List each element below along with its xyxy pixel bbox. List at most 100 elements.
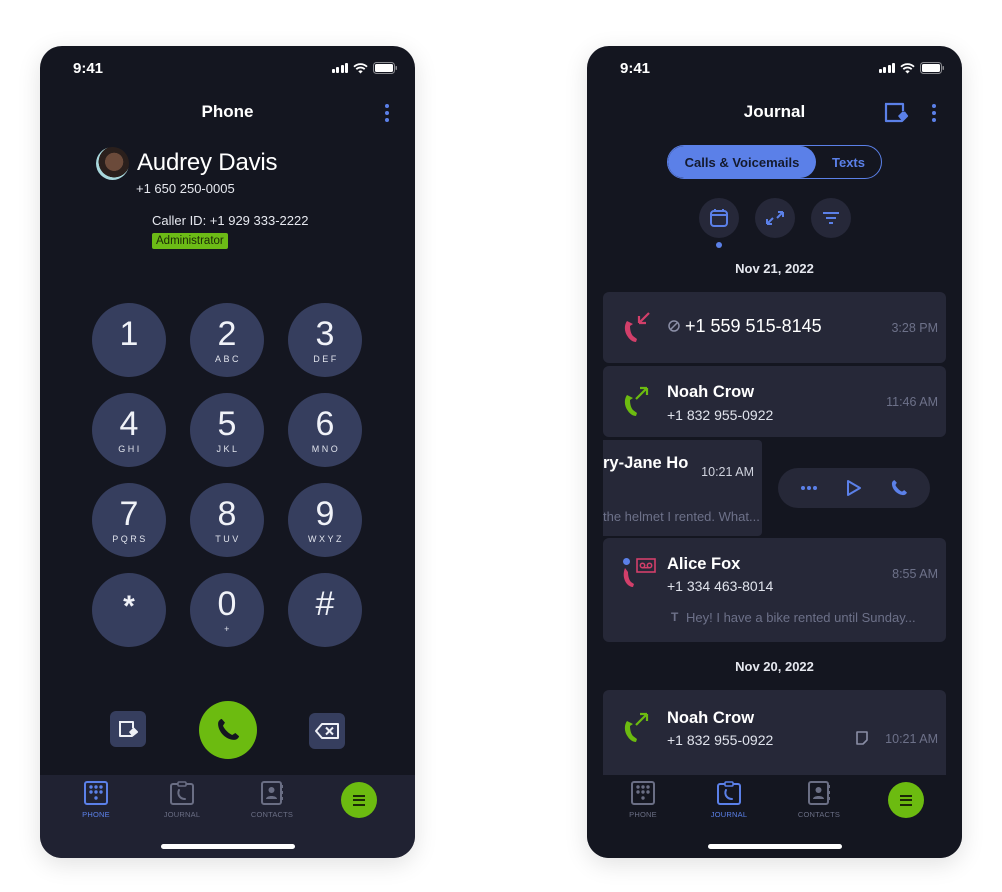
signal-icon (878, 63, 895, 73)
backspace-button[interactable] (309, 713, 345, 749)
key-letters: MNO (311, 443, 341, 454)
home-indicator[interactable] (161, 844, 295, 849)
phone-dialer-screen: 9:41 Phone Audrey Davis +1 650 250-0005 … (40, 46, 415, 858)
caller-number: +1 559 515-8145 (685, 316, 822, 336)
contact-name: Noah Crow (667, 709, 755, 727)
contacts-icon (261, 781, 283, 805)
more-options-icon[interactable] (930, 104, 938, 122)
key-3[interactable]: 3 DEF (288, 303, 362, 377)
key-letters: WXYZ (308, 533, 344, 544)
status-icons (331, 62, 397, 74)
send-message-button[interactable] (110, 711, 146, 747)
battery-icon (373, 62, 397, 74)
keypad: 1 2 ABC 3 DEF 4 GHI 5 JKL 6 MNO 7 PQRS 8 TUV 9W… (92, 303, 364, 647)
avatar (96, 147, 129, 180)
key-hash[interactable]: # (288, 573, 362, 647)
caller-id[interactable]: Caller ID: +1 929 333-2222 (152, 213, 308, 228)
bottom-nav: PHONE JOURNAL CONTACTS (40, 775, 415, 858)
contact-phone: +1 832 955-0922 (667, 407, 774, 423)
tab-texts[interactable]: Texts (816, 146, 881, 178)
journal-entry[interactable]: Alice Fox +1 334 463-8014 8:55 AM T Hey!… (603, 538, 946, 642)
role-badge: Administrator (152, 233, 228, 249)
nav-phone[interactable]: PHONE (56, 781, 136, 819)
transcript-icon: T (671, 610, 679, 624)
direction-filter-button[interactable] (755, 198, 795, 238)
key-letters: + (224, 623, 232, 634)
nav-label: CONTACTS (797, 810, 841, 819)
menu-button[interactable] (888, 782, 924, 818)
key-4[interactable]: 4 GHI (92, 393, 166, 467)
nav-phone[interactable]: PHONE (603, 781, 683, 819)
contact-phone: +1 334 463-8014 (667, 578, 774, 594)
key-5[interactable]: 5 JKL (190, 393, 264, 467)
journal-entry[interactable]: Noah Crow +1 832 955-0922 10:21 AM (603, 690, 946, 780)
compose-message-button[interactable] (883, 102, 909, 129)
journal-entry-swiped[interactable]: ry-Jane Ho 10:21 AM the helmet I rented.… (603, 440, 762, 536)
tab-calls-voicemails[interactable]: Calls & Voicemails (668, 146, 816, 178)
filter-row (699, 198, 851, 248)
message-compose-icon (884, 102, 909, 123)
note-icon (856, 731, 868, 745)
journal-icon (170, 781, 194, 805)
more-icon (800, 486, 817, 490)
key-2[interactable]: 2 ABC (190, 303, 264, 377)
call-time: 3:28 PM (891, 321, 938, 335)
key-letters: GHI (118, 443, 142, 454)
contact-name: Noah Crow (667, 383, 755, 401)
nav-label: JOURNAL (163, 810, 201, 819)
key-6[interactable]: 6 MNO (288, 393, 362, 467)
call-time: 10:21 AM (701, 465, 754, 479)
key-letters: JKL (216, 443, 240, 454)
nav-label: CONTACTS (250, 810, 294, 819)
key-7[interactable]: 7 PQRS (92, 483, 166, 557)
key-digit: * (123, 589, 135, 623)
status-time: 9:41 (620, 60, 651, 77)
wifi-icon (900, 62, 915, 74)
filter-button[interactable] (811, 198, 851, 238)
nav-journal[interactable]: JOURNAL (142, 781, 222, 819)
phone-journal-screen: 9:41 Journal Calls & Voicemails Texts No… (587, 46, 962, 858)
journal-icon (717, 781, 741, 805)
date-header: Nov 20, 2022 (735, 659, 814, 674)
key-digit: 4 (119, 404, 139, 443)
missed-call-icon (624, 312, 650, 342)
nav-journal[interactable]: JOURNAL (689, 781, 769, 819)
journal-entry[interactable]: +1 559 515-8145 3:28 PM (603, 292, 946, 363)
key-digit: 2 (217, 314, 237, 353)
date-filter-button[interactable] (699, 198, 739, 248)
filter-icon (823, 212, 839, 224)
outgoing-call-icon (624, 712, 649, 742)
nav-contacts[interactable]: CONTACTS (779, 781, 859, 819)
key-0[interactable]: 0 + (190, 573, 264, 647)
blocked-icon (668, 319, 680, 337)
voicemail-call-icon (623, 558, 656, 587)
key-digit: 1 (119, 314, 139, 353)
call-button[interactable] (199, 701, 257, 759)
key-digit: 5 (217, 404, 237, 443)
nav-label: PHONE (629, 810, 657, 819)
contact-name: Audrey Davis (137, 149, 278, 176)
play-button[interactable] (839, 473, 869, 503)
more-options-icon[interactable] (383, 104, 391, 122)
key-1[interactable]: 1 (92, 303, 166, 377)
home-indicator[interactable] (708, 844, 842, 849)
journal-entry[interactable]: Noah Crow +1 832 955-0922 11:46 AM (603, 366, 946, 437)
voicemail-transcript: Hey! I have a bike rented until Sunday..… (686, 610, 916, 625)
menu-button[interactable] (341, 782, 377, 818)
contact-name: Alice Fox (667, 555, 741, 573)
key-8[interactable]: 8 TUV (190, 483, 264, 557)
key-9[interactable]: 9 WXYZ (288, 483, 362, 557)
key-star[interactable]: * (92, 573, 166, 647)
call-back-button[interactable] (884, 473, 914, 503)
key-digit: 9 (315, 494, 335, 533)
more-button[interactable] (794, 473, 824, 503)
key-digit: 7 (119, 494, 139, 533)
call-time: 8:55 AM (892, 567, 938, 581)
date-header: Nov 21, 2022 (735, 261, 814, 276)
nav-contacts[interactable]: CONTACTS (232, 781, 312, 819)
calendar-icon (710, 209, 728, 227)
contact-phone: +1 832 955-0922 (667, 732, 774, 748)
phone-icon (892, 480, 908, 496)
key-letters: ABC (214, 353, 241, 364)
backspace-icon (315, 723, 339, 739)
